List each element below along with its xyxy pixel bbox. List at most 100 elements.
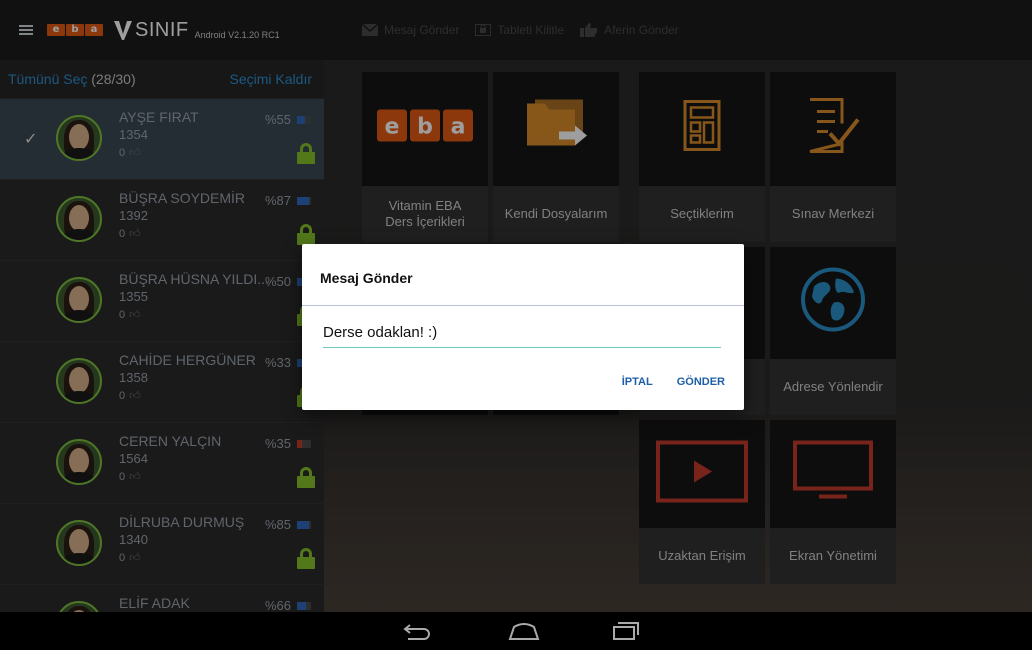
select-all-label: Tümünü Seç: [8, 71, 88, 87]
eba-logo-letter: b: [66, 24, 84, 36]
tile-label: Uzaktan Erişim: [639, 528, 765, 584]
top-actions: Mesaj Gönder Tableti Kilitle Aferin Gönd…: [362, 0, 679, 60]
student-row[interactable]: CEREN YALÇIN 1564 0 👍︎ %35: [0, 422, 324, 503]
dialog-title: Mesaj Gönder: [320, 270, 413, 286]
send-message-dialog: Mesaj Gönder İPTAL GÖNDER: [302, 244, 744, 410]
student-likes: 0 👍︎: [119, 470, 221, 484]
tile-vitamin-eba[interactable]: e b a Vitamin EBA Ders İçerikleri: [362, 72, 488, 242]
app-title: SINIF: [135, 18, 189, 41]
lock-icon[interactable]: [297, 224, 315, 245]
student-name: ELİF ADAK: [119, 595, 190, 611]
eba-logo: e b a: [47, 24, 103, 36]
cancel-button[interactable]: İPTAL: [622, 376, 653, 388]
student-row[interactable]: CAHİDE HERGÜNER 1358 0 👍︎ %33: [0, 341, 324, 422]
avatar: [56, 358, 102, 404]
menu-icon[interactable]: [19, 25, 33, 35]
lock-icon[interactable]: [297, 143, 315, 164]
tile-label: Seçtiklerim: [639, 186, 765, 242]
avatar: [56, 115, 102, 161]
student-row[interactable]: ✓ AYŞE FIRAT 1354 0 👍︎ %55: [0, 98, 324, 179]
battery-percent: %50: [265, 274, 292, 289]
lock-icon[interactable]: [297, 548, 315, 569]
student-name: CEREN YALÇIN: [119, 433, 222, 449]
tile-screen-management[interactable]: Ekran Yönetimi: [770, 420, 896, 584]
student-name: AYŞE FIRAT: [119, 109, 199, 125]
battery-status: %66: [265, 598, 312, 612]
student-row[interactable]: BÜŞRA HÜSNA YILDI... 1355 0 👍︎ %50: [0, 260, 324, 341]
student-info: ELİF ADAK: [119, 595, 190, 612]
selection-count: (28/30): [91, 71, 136, 87]
battery-status: %35: [265, 436, 312, 451]
student-likes: 0 👍︎: [119, 227, 245, 241]
battery-status: %55: [265, 112, 312, 127]
app-version: Android V2.1.20 RC1: [194, 29, 280, 40]
student-row[interactable]: DİLRUBA DURMUŞ 1340 0 👍︎ %85: [0, 503, 324, 584]
dialog-buttons: İPTAL GÖNDER: [622, 376, 725, 388]
student-info: AYŞE FIRAT 1354 0 👍︎: [119, 109, 199, 159]
tile-redirect-address[interactable]: Adrese Yönlendir: [770, 247, 896, 415]
student-name: BÜŞRA SOYDEMİR: [119, 190, 246, 206]
system-nav-bar: [0, 612, 1032, 650]
layout-icon: [683, 100, 721, 157]
folder-arrow-icon: [521, 94, 591, 163]
send-message-label: Mesaj Gönder: [384, 23, 460, 37]
home-icon[interactable]: [508, 621, 540, 646]
send-praise-label: Aferin Gönder: [604, 23, 679, 37]
check-icon: ✓: [24, 131, 38, 148]
student-likes: 0 👍︎: [119, 146, 199, 160]
tile-selections[interactable]: Seçtiklerim: [639, 72, 765, 242]
lock-icon[interactable]: [297, 467, 315, 488]
battery-percent: %35: [265, 436, 292, 451]
student-name: CAHİDE HERGÜNER: [119, 352, 256, 368]
student-row[interactable]: ELİF ADAK %66: [0, 584, 324, 612]
thumbs-up-icon: 👍︎: [129, 471, 141, 483]
avatar: [56, 196, 102, 242]
student-sidebar: Tümünü Seç (28/30) Seçimi Kaldır ✓ AYŞE …: [0, 60, 324, 612]
like-count: 0: [119, 389, 126, 402]
student-likes: 0 👍︎: [119, 551, 244, 565]
eba-logo-letter: a: [85, 24, 103, 36]
select-all-button[interactable]: Tümünü Seç (28/30): [8, 71, 136, 87]
message-input[interactable]: [323, 324, 721, 348]
monitor-icon: [793, 440, 873, 508]
thumbs-up-icon: [580, 23, 598, 37]
thumbs-up-icon: 👍︎: [129, 147, 141, 159]
tile-own-files[interactable]: Kendi Dosyalarım: [493, 72, 619, 242]
battery-status: %85: [265, 517, 312, 532]
battery-icon: [297, 601, 312, 610]
send-message-action[interactable]: Mesaj Gönder: [362, 23, 459, 37]
tile-label: Adrese Yönlendir: [770, 359, 896, 415]
tile-label: Sınav Merkezi: [770, 186, 896, 242]
tile-exam-center[interactable]: Sınav Merkezi: [770, 72, 896, 242]
dialog-divider: [302, 305, 744, 306]
student-info: BÜŞRA HÜSNA YILDI... 1355 0 👍︎: [119, 271, 269, 321]
lock-tablet-label: Tableti Kilitle: [497, 23, 565, 37]
student-number: 1340: [119, 532, 148, 547]
recents-icon[interactable]: [612, 621, 640, 646]
send-button[interactable]: GÖNDER: [677, 376, 725, 388]
student-list: ✓ AYŞE FIRAT 1354 0 👍︎ %55 BÜŞRA SOYDEMİ…: [0, 98, 324, 612]
battery-percent: %87: [265, 193, 292, 208]
student-number: 1564: [119, 451, 148, 466]
student-number: 1392: [119, 208, 148, 223]
svg-text:b: b: [417, 115, 433, 140]
student-info: CAHİDE HERGÜNER 1358 0 👍︎: [119, 352, 256, 402]
lock-tablet-action[interactable]: Tableti Kilitle: [475, 23, 564, 37]
student-row[interactable]: BÜŞRA SOYDEMİR 1392 0 👍︎ %87: [0, 179, 324, 260]
svg-text:e: e: [385, 115, 400, 140]
globe-icon: [800, 267, 866, 338]
clear-selection-button[interactable]: Seçimi Kaldır: [230, 71, 312, 87]
student-info: DİLRUBA DURMUŞ 1340 0 👍︎: [119, 514, 244, 564]
send-praise-action[interactable]: Aferin Gönder: [580, 23, 679, 37]
thumbs-up-icon: 👍︎: [129, 552, 141, 564]
student-number: 1358: [119, 370, 148, 385]
thumbs-up-icon: 👍︎: [129, 390, 141, 402]
tile-label: Kendi Dosyalarım: [493, 186, 619, 242]
tile-remote-access[interactable]: Uzaktan Erişim: [639, 420, 765, 584]
student-number: 1355: [119, 289, 148, 304]
back-icon[interactable]: [402, 621, 432, 646]
tablet-lock-icon: [475, 24, 492, 36]
tile-label: Ekran Yönetimi: [770, 528, 896, 584]
student-info: BÜŞRA SOYDEMİR 1392 0 👍︎: [119, 190, 245, 240]
student-name: DİLRUBA DURMUŞ: [119, 514, 245, 530]
